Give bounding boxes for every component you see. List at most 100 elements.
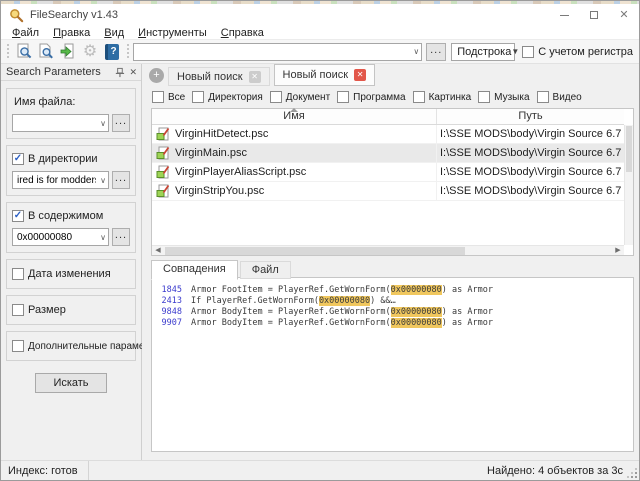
scroll-left-icon[interactable]: ◀ — [152, 246, 164, 255]
toolbar-gripper[interactable] — [127, 44, 129, 60]
menu-help[interactable]: Справка — [214, 27, 271, 39]
advanced-group: Дополнительные параметры — [6, 331, 136, 361]
search-button[interactable]: Искать — [35, 373, 107, 393]
file-path: I:\SSE MODS\body\Virgin Source 6.7 (not … — [436, 182, 624, 200]
filter-all-checkbox[interactable] — [152, 91, 164, 103]
in-content-label[interactable]: В содержимом — [28, 210, 103, 222]
tab-label: Новый поиск — [283, 69, 349, 81]
filter-program-label[interactable]: Программа — [353, 92, 405, 103]
line-number: 1845 — [156, 285, 182, 296]
match-highlight: 0x00000080 — [319, 296, 370, 306]
chevron-down-icon[interactable]: ∨ — [100, 119, 106, 128]
menu-view[interactable]: Вид — [97, 27, 131, 39]
filter-image-checkbox[interactable] — [413, 91, 425, 103]
directory-browse-button[interactable]: ... — [112, 171, 130, 189]
column-header-path[interactable]: Путь — [436, 109, 624, 124]
close-button[interactable]: ✕ — [609, 4, 639, 26]
date-modified-checkbox[interactable] — [12, 268, 24, 280]
menu-edit[interactable]: Правка — [46, 27, 97, 39]
tab-matches[interactable]: Совпадения — [151, 260, 238, 280]
table-row[interactable]: VirginPlayerAliasScript.psc I:\SSE MODS\… — [152, 163, 624, 182]
help-button[interactable]: ? — [101, 41, 123, 62]
panel-close-icon[interactable]: ✕ — [129, 67, 137, 78]
tab-new-search-2[interactable]: Новый поиск ✕ — [274, 64, 376, 86]
filename-input[interactable] — [17, 118, 96, 129]
search-tabbar: + Новый поиск ✕ Новый поиск ✕ — [142, 64, 639, 86]
search-input[interactable] — [138, 46, 409, 58]
table-row[interactable]: VirginStripYou.psc I:\SSE MODS\body\Virg… — [152, 182, 624, 201]
search-mode-value: Подстрока — [457, 46, 511, 58]
scrollbar-thumb[interactable] — [626, 126, 632, 172]
file-name: VirginMain.psc — [175, 147, 247, 159]
resize-grip[interactable] — [627, 468, 637, 478]
filter-music-checkbox[interactable] — [478, 91, 490, 103]
window-controls: ✕ — [549, 4, 639, 26]
tab-new-search-1[interactable]: Новый поиск ✕ — [168, 67, 270, 86]
table-row[interactable]: VirginHitDetect.psc I:\SSE MODS\body\Vir… — [152, 125, 624, 144]
chevron-down-icon[interactable]: ∨ — [100, 233, 106, 242]
scrollbar-thumb[interactable] — [165, 247, 465, 255]
case-sensitive-label[interactable]: С учетом регистра — [538, 46, 633, 58]
filename-combobox[interactable]: ∨ — [12, 114, 109, 132]
tab-close-icon[interactable]: ✕ — [354, 69, 366, 81]
date-modified-label[interactable]: Дата изменения — [28, 268, 111, 280]
chevron-down-icon[interactable]: ∨ — [413, 47, 419, 56]
filename-browse-button[interactable]: ... — [112, 114, 130, 132]
filter-directory-checkbox[interactable] — [192, 91, 204, 103]
new-search-button[interactable] — [35, 41, 57, 62]
filter-all-label[interactable]: Все — [168, 92, 185, 103]
size-checkbox[interactable] — [12, 304, 24, 316]
in-content-checkbox[interactable] — [12, 210, 24, 222]
filter-document-label[interactable]: Документ — [286, 92, 330, 103]
filter-music-label[interactable]: Музыка — [494, 92, 529, 103]
search-files-button[interactable] — [13, 41, 35, 62]
panel-body: Имя файла: ∨ ... В директории — [1, 81, 141, 393]
in-directory-label[interactable]: В директории — [28, 153, 98, 165]
column-header-name[interactable]: Имя — [152, 109, 436, 124]
scroll-right-icon[interactable]: ▶ — [612, 246, 624, 255]
filter-program-checkbox[interactable] — [337, 91, 349, 103]
tab-file[interactable]: Файл — [240, 261, 291, 279]
results-file-list: Имя Путь VirginHitDetect.psc I:\SSE MODS… — [151, 108, 634, 256]
file-name: VirginPlayerAliasScript.psc — [175, 166, 306, 178]
script-file-icon — [156, 165, 170, 179]
date-group: Дата изменения — [6, 259, 136, 289]
found-status: Найдено: 4 объектов за 3с — [487, 465, 639, 477]
statusbar: Индекс: готов Найдено: 4 объектов за 3с — [1, 460, 639, 480]
content-input[interactable] — [17, 232, 96, 243]
content-browse-button[interactable]: ... — [112, 228, 130, 246]
in-directory-checkbox[interactable] — [12, 153, 24, 165]
panel-title: Search Parameters — [6, 66, 101, 78]
size-label[interactable]: Размер — [28, 304, 66, 316]
case-sensitive-checkbox[interactable] — [522, 46, 534, 58]
toolbar-gripper[interactable] — [7, 44, 9, 60]
filter-directory-label[interactable]: Директория — [208, 92, 263, 103]
content-combobox[interactable]: ∨ — [12, 228, 109, 246]
minimize-button[interactable] — [549, 4, 579, 26]
match-line: 9848 Armor BodyItem = PlayerRef.GetWornF… — [156, 307, 629, 318]
filter-video-label[interactable]: Видео — [553, 92, 582, 103]
directory-input[interactable] — [17, 175, 96, 186]
maximize-button[interactable] — [579, 4, 609, 26]
chevron-down-icon[interactable]: ∨ — [100, 176, 106, 185]
match-line: 1845 Armor FootItem = PlayerRef.GetWornF… — [156, 285, 629, 296]
search-combobox[interactable]: ∨ — [133, 43, 422, 61]
search-mode-dropdown[interactable]: Подстрока ▼ — [451, 43, 515, 61]
table-row-selected[interactable]: VirginMain.psc I:\SSE MODS\body\Virgin S… — [152, 144, 624, 163]
tab-close-icon[interactable]: ✕ — [249, 71, 261, 83]
filter-document-checkbox[interactable] — [270, 91, 282, 103]
search-browse-button[interactable]: ... — [426, 43, 446, 61]
pin-icon[interactable] — [114, 67, 125, 78]
main-area: + Новый поиск ✕ Новый поиск ✕ Все Директ… — [142, 64, 639, 460]
settings-button[interactable]: ⚙ — [79, 41, 101, 62]
filter-video-checkbox[interactable] — [537, 91, 549, 103]
new-tab-button[interactable]: + — [149, 68, 164, 83]
horizontal-scrollbar[interactable]: ◀ ▶ — [152, 245, 624, 255]
vertical-scrollbar[interactable] — [624, 125, 633, 245]
menu-file[interactable]: Файл — [5, 27, 46, 39]
menu-tools[interactable]: Инструменты — [131, 27, 214, 39]
directory-combobox[interactable]: ∨ — [12, 171, 109, 189]
open-file-button[interactable] — [57, 41, 79, 62]
filter-image-label[interactable]: Картинка — [429, 92, 472, 103]
advanced-checkbox[interactable] — [12, 340, 24, 352]
